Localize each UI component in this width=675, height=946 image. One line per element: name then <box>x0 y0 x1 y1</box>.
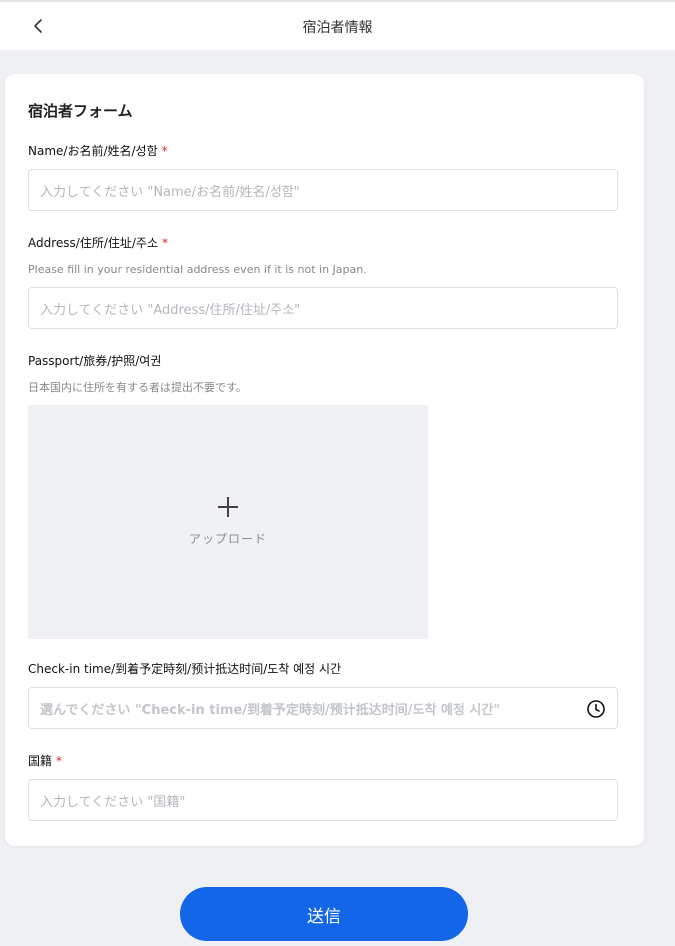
name-label-text: Name/お名前/姓名/성함 <box>28 144 158 158</box>
required-mark: * <box>161 144 168 158</box>
page-title: 宿泊者情報 <box>302 20 373 36</box>
address-label-text: Address/住所/住址/주소 <box>28 236 158 250</box>
checkin-placeholder: 選んでください "Check-in time/到着予定時刻/预计抵达时间/도착 … <box>40 702 501 718</box>
nationality-placeholder: 入力してください "国籍" <box>40 794 186 810</box>
app-header: 宿泊者情報 <box>0 2 675 50</box>
form-title: 宿泊者フォーム <box>28 102 133 120</box>
upload-label: アップロード <box>188 532 267 546</box>
passport-upload-area[interactable]: アップロード <box>28 405 428 639</box>
checkin-label: Check-in time/到着予定時刻/预计抵达时间/도착 예정 시간 <box>28 662 342 676</box>
required-mark: * <box>56 754 63 768</box>
plus-icon <box>218 497 238 517</box>
clock-icon <box>587 700 605 718</box>
nationality-input[interactable]: 入力してください "国籍" <box>28 779 618 821</box>
required-mark: * <box>162 236 168 250</box>
checkin-time-picker[interactable]: 選んでください "Check-in time/到着予定時刻/预计抵达时间/도착 … <box>28 687 618 729</box>
nationality-label-text: 国籍 <box>28 754 53 768</box>
name-input[interactable]: 入力してください "Name/お名前/姓名/성함" <box>28 169 618 211</box>
submit-button[interactable]: 送信 <box>180 887 468 941</box>
address-label: Address/住所/住址/주소 * <box>28 234 168 251</box>
address-placeholder: 入力してください "Address/住所/住址/주소" <box>40 302 301 318</box>
address-hint: Please fill in your residential address … <box>28 263 367 276</box>
name-placeholder: 入力してください "Name/お名前/姓名/성함" <box>40 184 300 200</box>
address-input[interactable]: 入力してください "Address/住所/住址/주소" <box>28 287 618 329</box>
passport-label: Passport/旅券/护照/여권 <box>28 354 162 368</box>
nationality-label: 国籍 * <box>28 752 62 769</box>
name-label: Name/お名前/姓名/성함 * <box>28 142 168 159</box>
passport-hint: 日本国内に住所を有する者は提出不要です。 <box>28 381 247 394</box>
guest-form-card: 宿泊者フォーム Name/お名前/姓名/성함 * 入力してください "Name/お… <box>5 74 644 846</box>
